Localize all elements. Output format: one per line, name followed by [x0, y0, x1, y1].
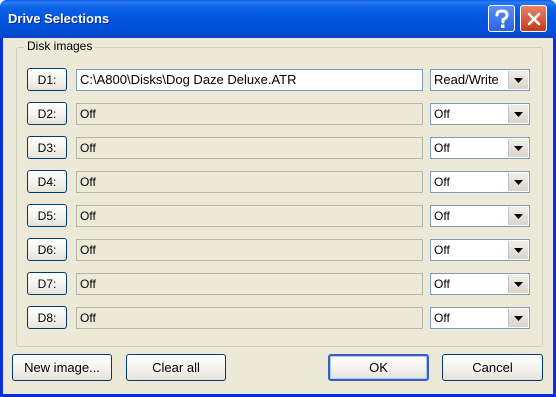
drive-button-d4[interactable]: D4: — [27, 170, 67, 193]
dropdown-arrow-icon[interactable] — [508, 241, 528, 259]
drive-mode-value: Off — [434, 141, 450, 155]
drive-button-d3[interactable]: D3: — [27, 136, 67, 159]
drive-button-d5[interactable]: D5: — [27, 204, 67, 227]
drive-row-d1: D1: C:\A800\Disks\Dog Daze Deluxe.ATR Re… — [27, 68, 532, 92]
drive-button-d2[interactable]: D2: — [27, 102, 67, 125]
drive-mode-select-d7[interactable]: Off — [430, 273, 530, 295]
new-image-label: New image... — [24, 360, 100, 375]
drive-row-d6: D6: Off Off — [27, 238, 532, 262]
cancel-label: Cancel — [472, 360, 513, 375]
dropdown-arrow-icon[interactable] — [508, 207, 528, 225]
drive-mode-select-d2[interactable]: Off — [430, 103, 530, 125]
drive-mode-select-d4[interactable]: Off — [430, 171, 530, 193]
drive-path-field-d2[interactable]: Off — [76, 103, 423, 125]
drive-mode-value: Off — [434, 277, 450, 291]
drive-path-field-d5[interactable]: Off — [76, 205, 423, 227]
dropdown-arrow-icon[interactable] — [508, 71, 528, 89]
close-button[interactable] — [520, 5, 547, 32]
clear-all-button[interactable]: Clear all — [126, 354, 226, 381]
group-label: Disk images — [24, 39, 96, 53]
drive-row-d3: D3: Off Off — [27, 136, 532, 160]
drive-button-d8[interactable]: D8: — [27, 306, 67, 329]
drive-path-field-d3[interactable]: Off — [76, 137, 423, 159]
drive-path-field-d6[interactable]: Off — [76, 239, 423, 261]
dropdown-arrow-icon[interactable] — [508, 275, 528, 293]
drive-mode-value: Off — [434, 311, 450, 325]
drive-row-d4: D4: Off Off — [27, 170, 532, 194]
drive-row-d7: D7: Off Off — [27, 272, 532, 296]
dropdown-arrow-icon[interactable] — [508, 139, 528, 157]
window-title: Drive Selections — [8, 11, 110, 26]
drive-path-field-d7[interactable]: Off — [76, 273, 423, 295]
help-button[interactable] — [488, 5, 515, 32]
drive-mode-select-d6[interactable]: Off — [430, 239, 530, 261]
drive-mode-value: Read/Write — [434, 72, 499, 87]
title-bar: Drive Selections — [0, 0, 556, 38]
drive-mode-select-d3[interactable]: Off — [430, 137, 530, 159]
dialog-body: Disk images D1: C:\A800\Disks\Dog Daze D… — [3, 38, 553, 394]
drive-button-d6[interactable]: D6: — [27, 238, 67, 261]
clear-all-label: Clear all — [152, 360, 200, 375]
cancel-button[interactable]: Cancel — [442, 354, 543, 381]
drive-mode-select-d1[interactable]: Read/Write — [430, 69, 530, 91]
close-icon — [527, 12, 540, 25]
drive-button-d1[interactable]: D1: — [27, 68, 67, 91]
dropdown-arrow-icon[interactable] — [508, 105, 528, 123]
ok-button[interactable]: OK — [328, 354, 429, 381]
drive-path-field-d4[interactable]: Off — [76, 171, 423, 193]
drive-mode-select-d8[interactable]: Off — [430, 307, 530, 329]
disk-images-group: Disk images D1: C:\A800\Disks\Dog Daze D… — [16, 39, 543, 347]
drive-mode-select-d5[interactable]: Off — [430, 205, 530, 227]
drive-row-d5: D5: Off Off — [27, 204, 532, 228]
drive-button-d7[interactable]: D7: — [27, 272, 67, 295]
new-image-button[interactable]: New image... — [12, 354, 112, 381]
drive-mode-value: Off — [434, 243, 450, 257]
drive-mode-value: Off — [434, 175, 450, 189]
drive-row-d8: D8: Off Off — [27, 306, 532, 330]
drive-row-d2: D2: Off Off — [27, 102, 532, 126]
question-mark-icon — [495, 8, 509, 28]
drive-path-field-d8[interactable]: Off — [76, 307, 423, 329]
dialog-window: Drive Selections Disk images D1: C:\A800… — [0, 0, 556, 397]
ok-label: OK — [369, 360, 388, 375]
drive-path-field-d1[interactable]: C:\A800\Disks\Dog Daze Deluxe.ATR — [76, 69, 423, 91]
drive-mode-value: Off — [434, 107, 450, 121]
drive-mode-value: Off — [434, 209, 450, 223]
dropdown-arrow-icon[interactable] — [508, 173, 528, 191]
dropdown-arrow-icon[interactable] — [508, 309, 528, 327]
